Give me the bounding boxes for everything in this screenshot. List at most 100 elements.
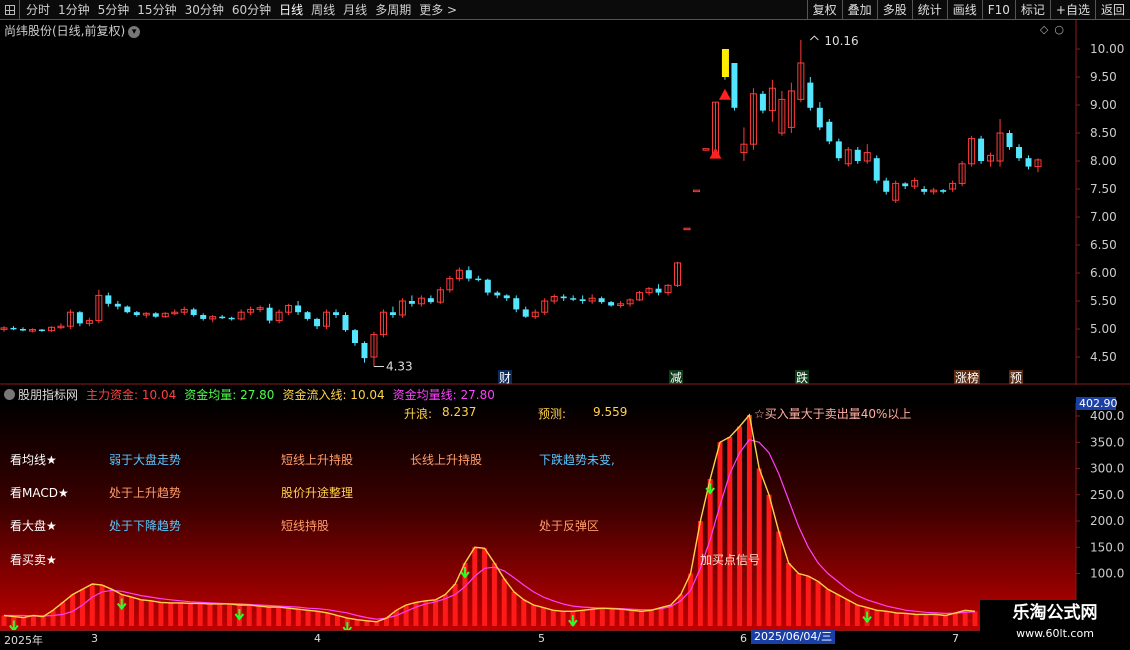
candle <box>295 305 302 313</box>
multi-stock-button[interactable]: 多股 <box>876 0 912 20</box>
fund-bar <box>227 603 233 626</box>
indicator-axis-label: 150.0 <box>1090 540 1124 554</box>
rise-value: 8.237 <box>442 405 477 419</box>
fund-bar <box>197 603 203 626</box>
candle <box>342 315 349 331</box>
candle <box>807 82 814 108</box>
candle <box>219 316 226 319</box>
fund-bar <box>639 611 645 626</box>
tab-timeframe[interactable]: 分时 <box>22 0 54 20</box>
candle <box>873 158 880 181</box>
price-axis-label: 7.00 <box>1090 210 1117 224</box>
rise-label: 升浪: <box>404 407 433 421</box>
fund-bar <box>521 599 527 626</box>
tab-timeframe[interactable]: 周线 <box>307 0 339 20</box>
fund-bar <box>854 605 860 626</box>
candle <box>408 301 415 304</box>
high-label: 10.16 <box>824 34 858 48</box>
tab-timeframe[interactable]: 1分钟 <box>54 0 94 20</box>
tab-timeframe[interactable]: 60分钟 <box>228 0 275 20</box>
candle <box>351 330 358 343</box>
fund-bar <box>668 605 674 626</box>
candle <box>579 299 586 301</box>
price-axis-label: 8.50 <box>1090 126 1117 140</box>
fund-bar <box>786 563 792 626</box>
indicator-axis-label: 300.0 <box>1090 462 1124 476</box>
fund-bar <box>452 584 458 626</box>
tab-daily[interactable]: 日线 <box>275 0 307 20</box>
fund-bar <box>589 609 595 626</box>
fund-bar <box>511 591 517 626</box>
candle <box>1016 147 1023 159</box>
current-value-badge: 402.90 <box>1076 397 1118 410</box>
more-button[interactable]: 更多 > <box>415 0 461 20</box>
price-axis-label: 4.50 <box>1090 350 1117 364</box>
indicator-header: 股朋指标网 主力资金: 10.04 资金均量: 27.80 资金流入线: 10.… <box>4 386 503 402</box>
fund-bar <box>805 576 811 626</box>
fund-bar <box>266 607 272 626</box>
market-cell: 短线持股 <box>281 519 330 533</box>
candle <box>114 303 121 307</box>
fund-bar <box>178 602 184 626</box>
fund-bar <box>540 607 546 626</box>
tab-timeframe[interactable]: 多周期 <box>371 0 415 20</box>
add-watchlist-button[interactable]: +自选 <box>1049 0 1095 20</box>
tab-timeframe[interactable]: 30分钟 <box>181 0 228 20</box>
fund-bar <box>717 442 723 626</box>
candle <box>816 107 823 128</box>
event-marker-label: 预 <box>1010 371 1022 385</box>
mark-button[interactable]: 标记 <box>1014 0 1050 20</box>
fund-bar <box>276 607 282 626</box>
fund-bar <box>50 610 56 626</box>
field-fund-avg: 资金均量: 27.80 <box>184 387 275 402</box>
event-marker-label: 财 <box>499 371 511 385</box>
statistics-button[interactable]: 统计 <box>911 0 947 20</box>
overlay-button[interactable]: 叠加 <box>841 0 877 20</box>
event-marker-label: 减 <box>670 371 682 385</box>
fund-bar <box>884 611 890 626</box>
restore-rights-button[interactable]: 复权 <box>806 0 842 20</box>
fund-bar <box>619 609 625 626</box>
price-axis-label: 8.00 <box>1090 154 1117 168</box>
fund-bar <box>295 609 301 626</box>
field-avg-line: 资金均量线: 27.80 <box>392 387 495 402</box>
fund-bar <box>952 612 958 626</box>
tab-timeframe[interactable]: 月线 <box>339 0 371 20</box>
f10-button[interactable]: F10 <box>981 0 1015 20</box>
event-marker: 减 <box>669 370 683 385</box>
date-label: 6 <box>740 632 747 645</box>
fund-bar <box>305 610 311 626</box>
candle <box>522 309 529 317</box>
candle <box>200 315 207 319</box>
draw-line-button[interactable]: 画线 <box>946 0 982 20</box>
watermark: 乐淘公式网 www.60lt.com <box>980 600 1130 650</box>
indicator-axis-label: 250.0 <box>1090 488 1124 502</box>
back-button[interactable]: 返回 <box>1094 0 1130 20</box>
buy-triangle <box>718 88 731 100</box>
candle <box>692 189 700 193</box>
fund-bar <box>482 548 488 626</box>
chevron-down-icon[interactable] <box>4 388 15 400</box>
fund-bar <box>795 573 801 626</box>
fund-bar <box>403 605 409 626</box>
candle <box>10 327 17 330</box>
candle <box>266 307 273 321</box>
fund-bar <box>531 605 537 626</box>
market-cell: 处于反弹区 <box>539 519 600 533</box>
event-marker: 预 <box>1009 370 1023 385</box>
tab-timeframe[interactable]: 5分钟 <box>94 0 134 20</box>
fund-bar <box>168 602 174 626</box>
candle <box>940 190 947 192</box>
fund-bar <box>894 612 900 626</box>
forecast-label: 预测: <box>538 407 567 421</box>
grid-menu-icon[interactable] <box>0 0 20 20</box>
event-marker-label: 跌 <box>796 370 808 385</box>
fund-bar <box>1 615 7 626</box>
candle <box>598 298 605 303</box>
candle <box>19 329 26 331</box>
fund-bar <box>89 584 95 626</box>
candlestick-chart[interactable]: 10.00 9.50 9.00 8.50 8.00 7.50 7.00 6.50 6.00 5.5… <box>0 20 1130 385</box>
fund-bar <box>766 494 772 626</box>
tab-timeframe[interactable]: 15分钟 <box>133 0 180 20</box>
indicator-axis-label: 350.0 <box>1090 435 1124 449</box>
